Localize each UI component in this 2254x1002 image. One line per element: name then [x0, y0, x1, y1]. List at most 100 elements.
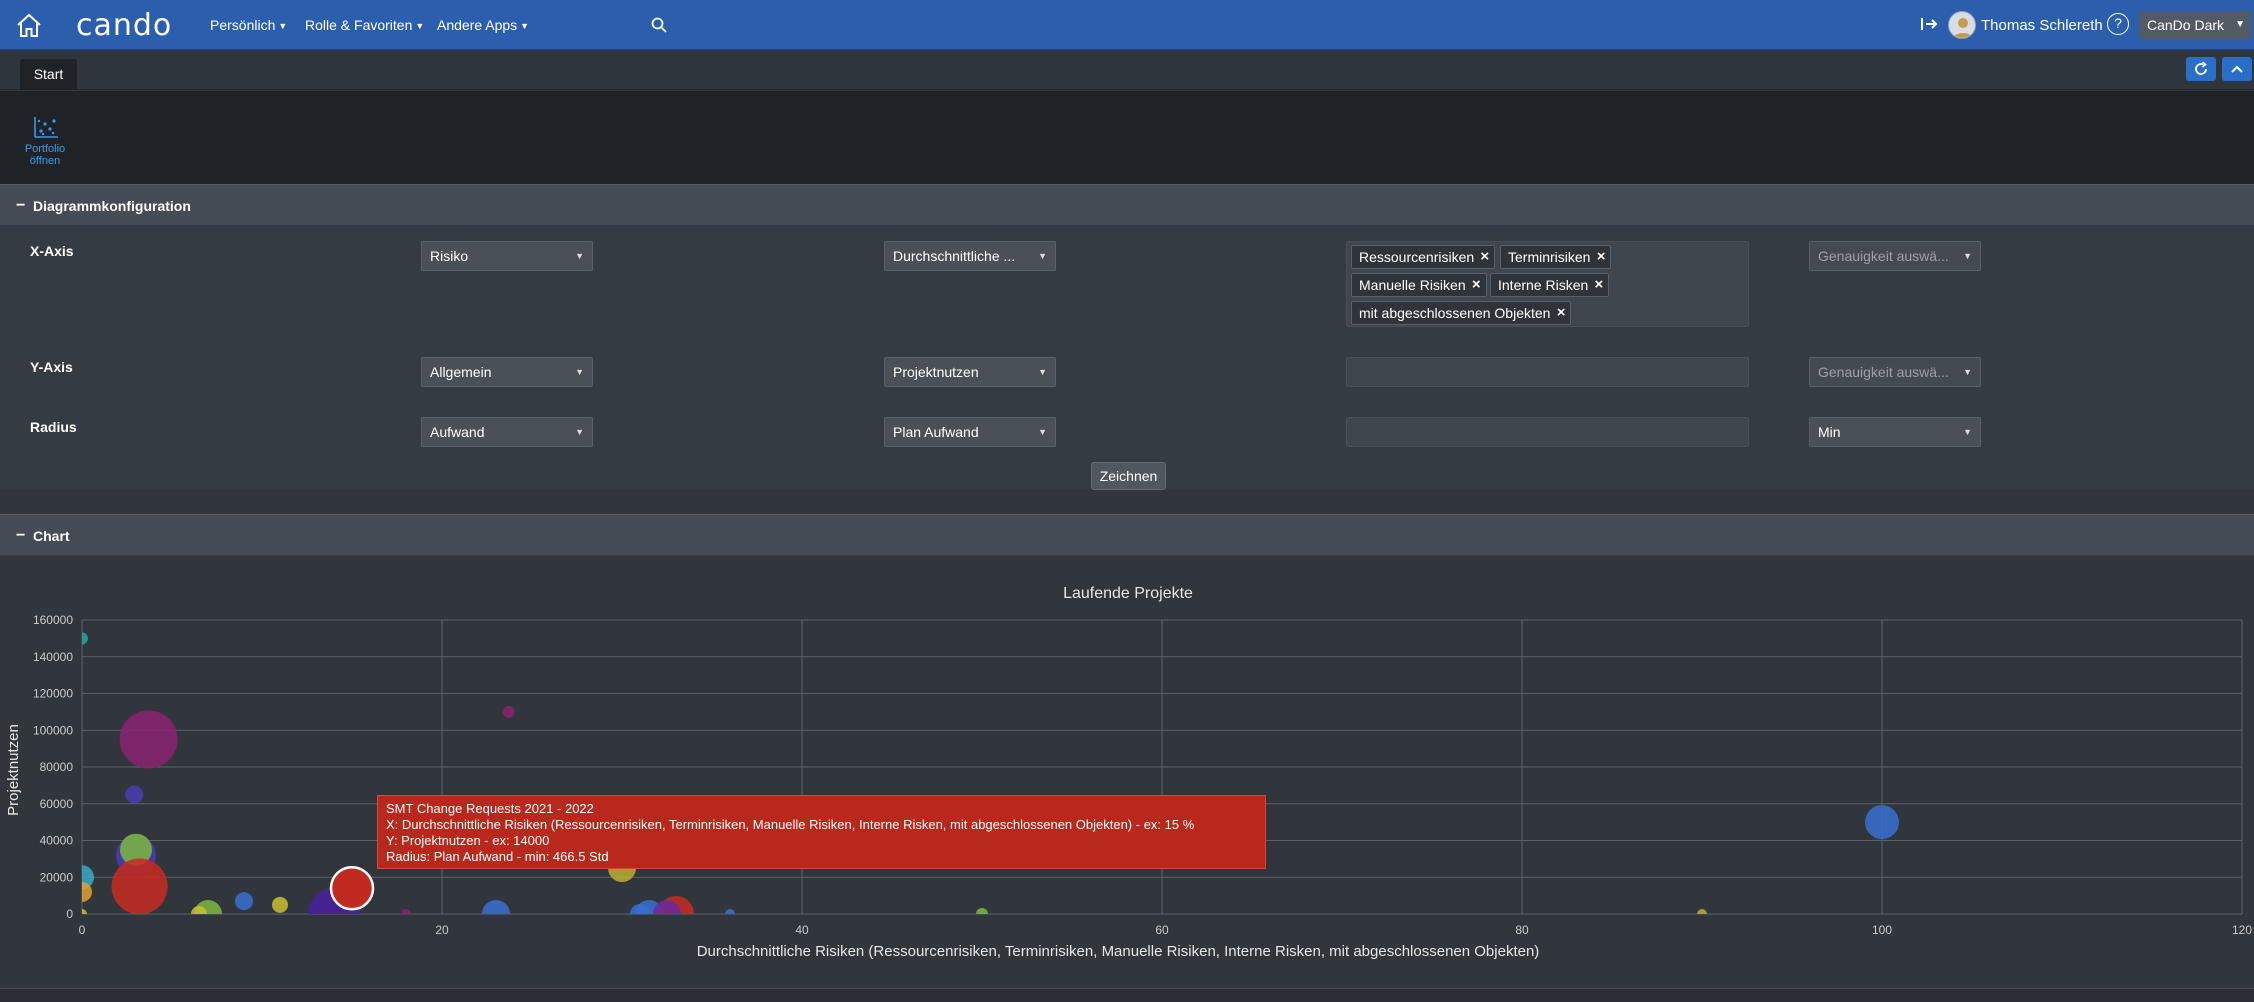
- tooltip-x-value: X: Durchschnittliche Risiken (Ressourcen…: [386, 817, 1195, 832]
- tooltip-radius-value: Radius: Plan Aufwand - min: 466.5 Std: [386, 849, 609, 864]
- tab-bar: Start: [0, 51, 2254, 90]
- radius-category-select[interactable]: Aufwand ▼: [421, 417, 593, 447]
- radius-label: Radius: [30, 419, 77, 435]
- section-title: Diagrammkonfiguration: [33, 198, 191, 214]
- bubble[interactable]: [401, 909, 411, 919]
- x-tick-label: 40: [795, 923, 809, 937]
- bubble[interactable]: [725, 909, 735, 919]
- filter-tag[interactable]: Interne Risken ×: [1490, 273, 1610, 297]
- radius-filter-tags[interactable]: [1346, 417, 1749, 447]
- select-value: Plan Aufwand: [893, 424, 979, 440]
- tooltip-title: SMT Change Requests 2021 - 2022: [386, 801, 594, 816]
- bubble[interactable]: [1697, 909, 1707, 919]
- bubble[interactable]: [502, 705, 515, 718]
- x-tick-label: 100: [1872, 923, 1892, 937]
- y-tick-label: 160000: [33, 613, 73, 627]
- remove-tag-icon[interactable]: ×: [1472, 274, 1481, 296]
- bubble[interactable]: [235, 892, 253, 911]
- open-portfolio-button[interactable]: Portfolio öffnen: [20, 115, 70, 175]
- collapse-toolbar-button[interactable]: [2222, 57, 2252, 81]
- y-axis-precision-select[interactable]: Genauigkeit auswä... ▼: [1809, 357, 1981, 387]
- filter-tag[interactable]: Ressourcenrisiken ×: [1351, 245, 1496, 269]
- nav-menu-label: Andere Apps: [437, 17, 518, 33]
- page-bottom-edge: [0, 988, 2254, 1002]
- filter-tag[interactable]: mit abgeschlossenen Objekten ×: [1351, 301, 1572, 325]
- cando-logo[interactable]: cando: [76, 8, 172, 43]
- nav-menu-other-apps[interactable]: Andere Apps ▼: [437, 17, 529, 33]
- tooltip-y-value: Y: Projektnutzen - ex: 14000: [386, 833, 550, 848]
- chevron-down-icon: ▼: [575, 251, 584, 261]
- x-axis-metric-select[interactable]: Durchschnittliche ... ▼: [884, 241, 1056, 271]
- bubble[interactable]: [976, 908, 988, 920]
- chart-tooltip: SMT Change Requests 2021 - 2022 X: Durch…: [377, 795, 1266, 869]
- radius-metric-select[interactable]: Plan Aufwand ▼: [884, 417, 1056, 447]
- x-axis-filter-tags[interactable]: Ressourcenrisiken × Terminrisiken × Manuel…: [1346, 241, 1749, 327]
- chevron-down-icon: ▼: [1038, 367, 1047, 377]
- y-tick-label: 80000: [40, 760, 74, 774]
- bubble-chart[interactable]: Laufende Projekte 0 20000 40000 60000 80000 1…: [0, 556, 2254, 988]
- x-tick-label: 20: [435, 923, 449, 937]
- bubble[interactable]: [77, 909, 87, 919]
- chart-title: Laufende Projekte: [1063, 585, 1193, 602]
- radius-aggregation-select[interactable]: Min ▼: [1809, 417, 1981, 447]
- nav-menu-personal[interactable]: Persönlich ▼: [210, 17, 287, 33]
- section-title: Chart: [33, 528, 70, 544]
- bubble[interactable]: [119, 710, 178, 769]
- diagram-config-header[interactable]: − Diagrammkonfiguration: [0, 184, 2254, 226]
- collapse-icon: −: [16, 527, 26, 544]
- bubble[interactable]: [72, 881, 92, 902]
- filter-tag[interactable]: Manuelle Risiken ×: [1351, 273, 1487, 297]
- x-axis-category-select[interactable]: Risiko ▼: [421, 241, 593, 271]
- bubble[interactable]: [1865, 805, 1899, 840]
- y-axis-category-select[interactable]: Allgemein ▼: [421, 357, 593, 387]
- theme-selector-button[interactable]: CanDo Dark ▼: [2139, 11, 2251, 39]
- bubble[interactable]: [191, 906, 207, 922]
- remove-tag-icon[interactable]: ×: [1557, 302, 1566, 324]
- y-tick-label: 60000: [40, 797, 74, 811]
- y-axis-filter-tags[interactable]: [1346, 357, 1749, 387]
- remove-tag-icon[interactable]: ×: [1480, 246, 1489, 268]
- draw-chart-button[interactable]: Zeichnen: [1091, 462, 1166, 490]
- help-icon[interactable]: ?: [2107, 13, 2129, 35]
- tag-label: Interne Risken: [1498, 277, 1589, 293]
- launcher-label: Portfolio: [24, 143, 66, 155]
- chevron-down-icon: ▼: [1038, 251, 1047, 261]
- home-icon[interactable]: [14, 11, 44, 39]
- x-axis-label: X-Axis: [30, 243, 74, 259]
- highlighted-bubble[interactable]: [329, 866, 375, 911]
- chart-container: Laufende Projekte 0 20000 40000 60000 80000 1…: [0, 556, 2254, 988]
- chevron-down-icon: ▼: [278, 21, 288, 31]
- nav-menu-label: Rolle & Favoriten: [305, 17, 413, 33]
- select-placeholder: Genauigkeit auswä...: [1818, 364, 1949, 380]
- select-value: Aufwand: [430, 424, 485, 440]
- x-axis-precision-select[interactable]: Genauigkeit auswä... ▼: [1809, 241, 1981, 271]
- x-tick-label: 60: [1155, 923, 1169, 937]
- bubble[interactable]: [76, 632, 88, 645]
- bubble[interactable]: [653, 900, 681, 928]
- user-name[interactable]: Thomas Schlereth: [1981, 17, 2103, 34]
- y-axis-label: Y-Axis: [30, 359, 73, 375]
- remove-tag-icon[interactable]: ×: [1595, 274, 1604, 296]
- y-tick-label: 20000: [40, 870, 74, 884]
- filter-tag[interactable]: Terminrisiken ×: [1500, 245, 1612, 269]
- nav-menu-roles-favorites[interactable]: Rolle & Favoriten ▼: [305, 17, 424, 33]
- bubble[interactable]: [111, 858, 168, 914]
- refresh-button[interactable]: [2186, 57, 2216, 81]
- tab-start[interactable]: Start: [20, 59, 77, 90]
- x-tick-label: 0: [79, 923, 86, 937]
- y-axis-title: Projektnutzen: [5, 724, 22, 816]
- search-icon[interactable]: [650, 16, 668, 34]
- chevron-down-icon: ▼: [1963, 427, 1972, 437]
- user-avatar-icon[interactable]: [1948, 11, 1976, 39]
- y-axis-metric-select[interactable]: Projektnutzen ▼: [884, 357, 1056, 387]
- logout-icon[interactable]: [1919, 14, 1939, 34]
- chart-section-header[interactable]: − Chart: [0, 514, 2254, 556]
- remove-tag-icon[interactable]: ×: [1597, 246, 1606, 268]
- bubble[interactable]: [125, 785, 144, 804]
- top-navigation-bar: cando Persönlich ▼ Rolle & Favoriten ▼ And…: [0, 0, 2254, 50]
- tag-label: Terminrisiken: [1508, 249, 1591, 265]
- chevron-down-icon: ▼: [2235, 19, 2245, 30]
- y-tick-label: 140000: [33, 650, 73, 664]
- bubble[interactable]: [482, 900, 510, 928]
- bubble[interactable]: [272, 896, 288, 913]
